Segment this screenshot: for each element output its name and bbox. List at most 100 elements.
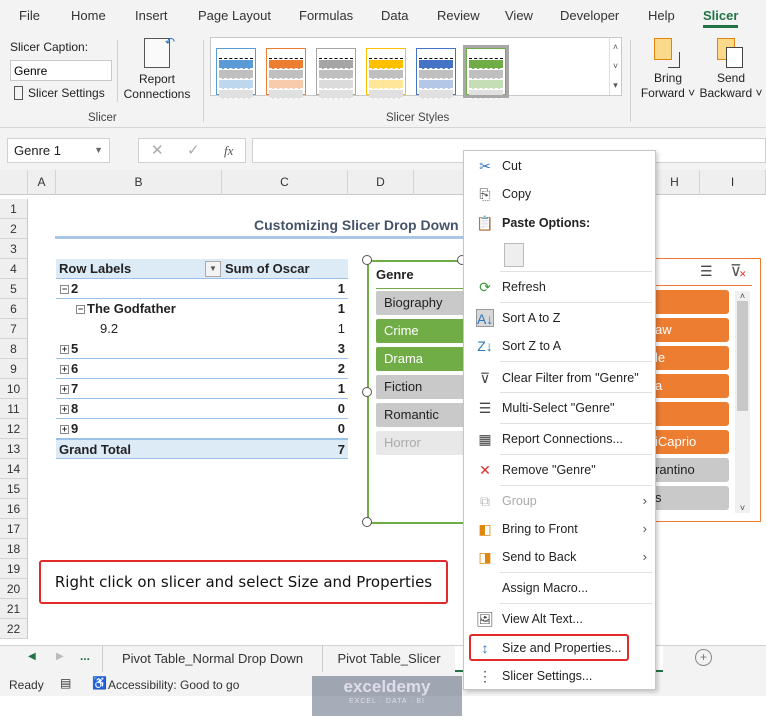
name-box[interactable]: Genre 1 ▼ [7, 138, 110, 163]
scroll-right-icon[interactable]: ▶ [56, 651, 64, 662]
menu-item-report-connections[interactable]: ▦ Report Connections... [464, 427, 655, 451]
row-header[interactable]: 9 [0, 359, 28, 379]
column-header[interactable]: H [650, 170, 700, 195]
row-header[interactable]: 22 [0, 619, 28, 639]
insert-function-icon[interactable]: fx [224, 139, 233, 162]
tab-data[interactable]: Data [381, 8, 408, 23]
slicer-item[interactable]: le [655, 346, 729, 370]
tab-slicer[interactable]: Slicer [703, 8, 739, 28]
slicer-style-swatch[interactable] [416, 48, 456, 99]
slicer-item[interactable]: Drama [376, 347, 466, 371]
row-header[interactable]: 10 [0, 379, 28, 399]
column-header[interactable]: A [28, 170, 56, 195]
slicer-item[interactable]: Horror [376, 431, 466, 455]
menu-item-cut[interactable]: ✂ Cut [464, 154, 655, 178]
slicer-style-swatch[interactable] [266, 48, 306, 99]
column-header[interactable]: C [222, 170, 348, 195]
sheet-tab[interactable]: Pivot Table_Slicer [322, 646, 455, 672]
slicer-style-swatch[interactable] [216, 48, 256, 99]
row-header[interactable]: 14 [0, 459, 28, 479]
slicer-caption-input[interactable] [10, 60, 112, 81]
slicer-item[interactable]: iCaprio [655, 430, 729, 454]
row-header[interactable]: 16 [0, 499, 28, 519]
row-header[interactable]: 8 [0, 339, 28, 359]
row-header[interactable]: 20 [0, 579, 28, 599]
slicer-item[interactable]: a [655, 374, 729, 398]
menu-item-slicer-settings[interactable]: ⋮ Slicer Settings... [464, 664, 655, 688]
expand-icon[interactable]: + [60, 405, 69, 414]
tab-file[interactable]: File [19, 8, 40, 23]
slicer-style-swatch[interactable] [366, 48, 406, 99]
slicer-item[interactable]: s [655, 486, 729, 510]
gallery-scroll[interactable]: ˄ ˅ ▾ [609, 38, 621, 95]
multi-select-icon[interactable]: ☰ [700, 263, 713, 280]
report-connections-button[interactable]: ↶ Report Connections [120, 35, 194, 102]
row-header[interactable]: 7 [0, 319, 28, 339]
menu-item-size-and-properties[interactable]: ↕ Size and Properties... [464, 634, 655, 661]
column-header[interactable]: B [56, 170, 222, 195]
send-backward-button[interactable]: Send Backward ˅ [698, 38, 764, 101]
tab-page-layout[interactable]: Page Layout [198, 8, 271, 23]
row-header[interactable]: 13 [0, 439, 28, 459]
tab-formulas[interactable]: Formulas [299, 8, 353, 23]
select-all-corner[interactable] [0, 170, 28, 195]
tab-insert[interactable]: Insert [135, 8, 168, 23]
row-header[interactable]: 21 [0, 599, 28, 619]
menu-item-remove-genre[interactable]: ✕ Remove "Genre" [464, 458, 655, 482]
paste-option-icon[interactable] [504, 243, 524, 267]
scroll-left-icon[interactable]: ◀ [28, 651, 36, 662]
row-header[interactable]: 17 [0, 519, 28, 539]
menu-item-bring-to-front[interactable]: ◧ Bring to Front › [464, 517, 655, 541]
bring-forward-button[interactable]: Bring Forward ˅ [640, 38, 696, 101]
add-sheet-icon[interactable]: + [695, 649, 712, 666]
slicer-item[interactable]: Biography [376, 291, 466, 315]
slicer-scrollbar[interactable]: ˄ ˅ [735, 291, 750, 513]
enter-icon[interactable]: ✓ [187, 139, 200, 162]
tab-developer[interactable]: Developer [560, 8, 619, 23]
menu-item-copy[interactable]: ⎘ Copy [464, 182, 655, 206]
resize-handle[interactable] [362, 517, 372, 527]
slicer-item[interactable]: aw [655, 318, 729, 342]
slicer-item[interactable] [655, 402, 729, 426]
row-header[interactable]: 19 [0, 559, 28, 579]
row-header[interactable]: 15 [0, 479, 28, 499]
row-header[interactable]: 1 [0, 199, 28, 219]
menu-item-sort-z-to-a[interactable]: Z↓ Sort Z to A [464, 334, 655, 358]
expand-icon[interactable]: + [60, 365, 69, 374]
row-header[interactable]: 4 [0, 259, 28, 279]
menu-item-view-alt-text[interactable]: 🖼 View Alt Text... [464, 607, 655, 631]
accessibility-status[interactable]: Accessibility: Good to go [108, 678, 239, 692]
row-header[interactable]: 5 [0, 279, 28, 299]
clear-filter-icon[interactable]: ⊽ ✕ [730, 261, 747, 281]
menu-item-multi-select-genre[interactable]: ☰ Multi-Select "Genre" [464, 396, 655, 420]
tab-view[interactable]: View [505, 8, 533, 23]
sheet-tab[interactable]: Pivot Table_Normal Drop Down [102, 646, 322, 672]
menu-item-clear-filter-from-genre[interactable]: ⊽ Clear Filter from "Genre" [464, 366, 655, 390]
cancel-icon[interactable]: ✕ [151, 139, 164, 162]
menu-item-send-to-back[interactable]: ◨ Send to Back › [464, 545, 655, 569]
menu-item-assign-macro[interactable]: Assign Macro... [464, 576, 655, 600]
expand-icon[interactable]: + [60, 425, 69, 434]
menu-item-refresh[interactable]: ⟳ Refresh [464, 275, 655, 299]
collapse-icon[interactable]: − [76, 305, 85, 314]
resize-handle[interactable] [362, 255, 372, 265]
slicer-item[interactable]: Romantic [376, 403, 466, 427]
menu-item-sort-a-to-z[interactable]: A↓ Sort A to Z [464, 306, 655, 330]
row-header[interactable]: 18 [0, 539, 28, 559]
slicer-item[interactable]: rantino [655, 458, 729, 482]
collapse-icon[interactable]: − [60, 285, 69, 294]
column-header[interactable]: I [700, 170, 766, 195]
slicer-style-swatch[interactable] [316, 48, 356, 99]
row-header[interactable]: 12 [0, 419, 28, 439]
more-sheets-button[interactable]: ... [80, 649, 90, 663]
menu-item-paste-options[interactable]: 📋 Paste Options: [464, 211, 655, 235]
slicer-item[interactable]: Fiction [376, 375, 466, 399]
tab-help[interactable]: Help [648, 8, 675, 23]
filter-dropdown-button[interactable]: ▼ [205, 261, 221, 277]
tab-review[interactable]: Review [437, 8, 480, 23]
row-header[interactable]: 6 [0, 299, 28, 319]
row-header[interactable]: 3 [0, 239, 28, 259]
slicer-item[interactable] [655, 290, 729, 314]
slicer-style-swatch[interactable] [463, 45, 509, 99]
row-header[interactable]: 2 [0, 219, 28, 239]
